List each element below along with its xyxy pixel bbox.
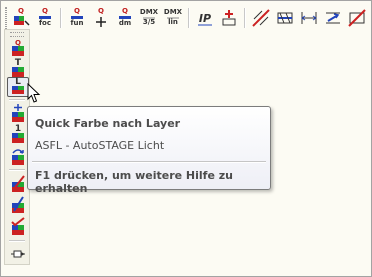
toolbar-grip[interactable] [5,6,7,29]
rotate-color-icon [12,149,24,165]
pen-red-button[interactable] [7,173,29,193]
pen-check-icon [11,217,25,235]
quick-color-label: Q [15,39,21,47]
no-entry-icon [348,8,366,27]
hatch-rect-button[interactable] [274,7,296,29]
diagonal-hatch-button[interactable] [250,7,272,29]
toolbar-separator [244,7,246,28]
quick-color-layer-button[interactable]: L [7,77,29,97]
toolbar-separator [9,99,25,101]
number-color-label: 1 [14,124,22,134]
dmx-35-top-label: DMX [139,7,159,16]
pen-check-button[interactable] [7,216,29,236]
toolbar-separator [9,240,25,242]
hatch-rect-icon [277,12,293,23]
flag-icon [11,250,25,258]
tooltip: Quick Farbe nach Layer ASFL - AutoSTAGE … [27,106,271,195]
toolbar-separator [9,169,25,171]
query-plus-top-label: Q [98,6,104,15]
dimension-icon [301,11,317,24]
top-toolbar: Q Q foc Q fun Q Q dm DMX 3/5 DMX lin IP [4,5,368,30]
diagonal-hatch-icon [252,8,270,27]
query-dm-top-label: Q [122,6,128,15]
query-fun-top-label: Q [74,6,80,15]
dimension-button[interactable] [298,7,320,29]
swap-button[interactable] [322,7,344,29]
ip-button[interactable]: IP [194,7,216,29]
dmx-35-button[interactable]: DMX 3/5 [138,7,160,29]
query-button[interactable]: Q [10,7,32,29]
query-foc-button[interactable]: Q foc [34,7,56,29]
pen-blue-button[interactable] [7,194,29,214]
dmx-35-bottom-label: 3/5 [142,17,156,26]
red-plus-icon [222,9,236,25]
quick-color-button[interactable]: Q [7,38,29,58]
flag-button[interactable] [7,244,29,264]
query-dm-button[interactable]: Q dm [114,7,136,29]
cross-color-icon [12,104,24,122]
red-plus-button[interactable] [218,7,240,29]
quick-color-layer-label: L [15,77,21,87]
query-button-label: Q [18,6,24,15]
cad-window: Q Q foc Q fun Q Q dm DMX 3/5 DMX lin IP … [0,0,372,277]
dmx-lin-top-label: DMX [163,7,183,16]
dmx-lin-button[interactable]: DMX lin [162,7,184,29]
query-foc-bottom-label: foc [38,18,51,27]
tooltip-help-text: F1 drücken, um weitere Hilfe zu erhalten [35,169,233,195]
text-color-button[interactable]: T [7,58,29,78]
ip-label: IP [198,11,212,25]
tooltip-separator [32,161,266,163]
no-entry-button[interactable] [346,7,368,29]
number-color-button[interactable]: 1 [7,124,29,144]
cross-color-button[interactable] [7,103,29,123]
dmx-lin-bottom-label: lin [168,17,178,26]
swap-icon [326,12,340,23]
pen-red-icon [12,175,25,192]
pen-blue-icon [12,196,24,213]
toolbar-separator [60,7,62,28]
mouse-cursor-icon [27,83,41,103]
toolbar-grip[interactable] [10,32,24,37]
tooltip-title: Quick Farbe nach Layer [35,117,181,130]
text-color-label: T [14,58,22,68]
rotate-color-button[interactable] [7,146,29,166]
query-foc-top-label: Q [42,6,48,15]
query-plus-button[interactable]: Q [90,7,112,29]
tooltip-subtitle: ASFL - AutoSTAGE Licht [35,139,165,152]
query-dm-bottom-label: dm [118,18,132,27]
query-fun-button[interactable]: Q fun [66,7,88,29]
query-fun-bottom-label: fun [70,18,84,27]
toolbar-separator [188,7,190,28]
